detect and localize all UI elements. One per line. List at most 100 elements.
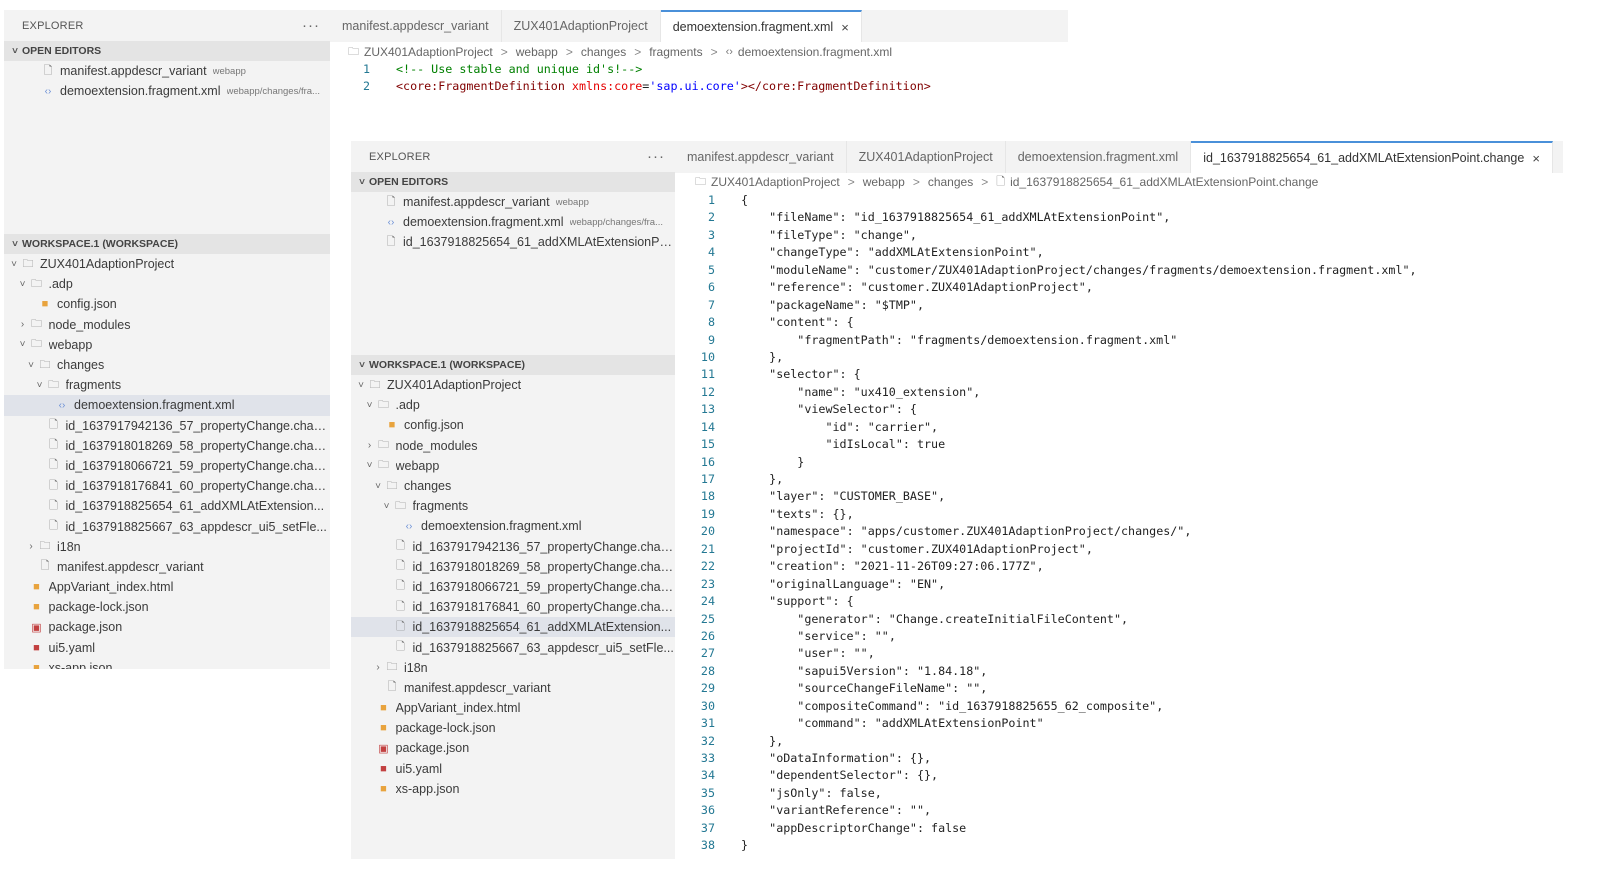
tree-item[interactable]: ■ ui5.yaml xyxy=(351,759,675,779)
breadcrumb-item[interactable]: webapp xyxy=(516,45,558,59)
tree-item[interactable]: › 🗀 node_modules xyxy=(4,315,330,335)
tab[interactable]: manifest.appdescr_variant xyxy=(330,10,502,42)
workspace-header[interactable]: ˅ WORKSPACE.1 (WORKSPACE) xyxy=(4,234,330,254)
open-editor-item[interactable]: 🗋 manifest.appdescr_variant webapp xyxy=(351,192,675,212)
tree-item[interactable]: ˅ 🗀 ZUX401AdaptionProject xyxy=(4,254,330,274)
tree-item[interactable]: 🗋 id_1637918066721_59_propertyChange.chan… xyxy=(4,456,330,476)
tree-item[interactable]: ˅ 🗀 webapp xyxy=(4,335,330,355)
code-editor[interactable]: 1{2 "fileName": "id_1637918825654_61_add… xyxy=(675,192,1563,855)
breadcrumb-item[interactable]: demoextension.fragment.xml xyxy=(738,45,892,59)
chevron-down-icon[interactable]: ˅ xyxy=(17,279,29,290)
tree-item[interactable]: 🗋 id_1637918176841_60_propertyChange.chan… xyxy=(351,597,675,617)
tree-item[interactable]: ▣ package.json xyxy=(351,738,675,758)
breadcrumb-item[interactable]: webapp xyxy=(863,175,905,189)
open-editor-item[interactable]: 🗋 manifest.appdescr_variant webapp xyxy=(4,61,330,81)
tree-item[interactable]: ■ AppVariant_index.html xyxy=(4,577,330,597)
chevron-down-icon[interactable]: ˅ xyxy=(355,380,367,391)
chevron-right-icon[interactable]: › xyxy=(372,662,384,673)
tree-item[interactable]: ˅ 🗀 changes xyxy=(351,476,675,496)
tree-item[interactable]: ‹› demoextension.fragment.xml xyxy=(4,395,330,416)
tree-item[interactable]: ■ xs-app.json xyxy=(4,658,330,669)
code-text: "selector": { xyxy=(769,367,861,382)
tab[interactable]: ZUX401AdaptionProject xyxy=(847,141,1006,173)
chevron-down-icon: ˅ xyxy=(12,45,18,57)
chevron-right-icon[interactable]: › xyxy=(364,440,376,451)
open-editor-label: manifest.appdescr_variant xyxy=(60,64,207,79)
tree-item[interactable]: ˅ 🗀 fragments xyxy=(351,496,675,516)
breadcrumb-item[interactable]: changes xyxy=(581,45,626,59)
tree-item[interactable]: 🗋 id_1637917942136_57_propertyChange.chan… xyxy=(4,416,330,436)
tree-item[interactable]: ■ config.json xyxy=(4,294,330,314)
chevron-down-icon[interactable]: ˅ xyxy=(8,259,20,270)
close-icon[interactable]: × xyxy=(841,20,849,35)
file-icon: 🗋 xyxy=(396,620,405,633)
tree-item[interactable]: ˅ 🗀 ZUX401AdaptionProject xyxy=(351,375,675,395)
chevron-right-icon[interactable]: › xyxy=(17,319,29,330)
tree-item[interactable]: 🗋 id_1637918018269_58_propertyChange.chan… xyxy=(351,557,675,577)
tree-item[interactable]: 🗋 id_1637918825667_63_appdescr_ui5_setFle… xyxy=(351,637,675,657)
breadcrumb-item[interactable]: changes xyxy=(928,175,973,189)
html-icon: ■ xyxy=(380,702,387,715)
tab[interactable]: manifest.appdescr_variant xyxy=(675,141,847,173)
tree-item[interactable]: ■ xs-app.json xyxy=(351,779,675,799)
more-actions-icon[interactable]: ··· xyxy=(647,148,665,165)
tree-item[interactable]: ■ package-lock.json xyxy=(4,597,330,617)
code-text: "user": "", xyxy=(797,646,875,661)
code-line: 11 "selector": { xyxy=(675,366,1563,383)
code-text: }, xyxy=(741,349,784,364)
tab[interactable]: ZUX401AdaptionProject xyxy=(502,10,661,42)
breadcrumb-item[interactable]: ZUX401AdaptionProject xyxy=(711,175,840,189)
tree-item[interactable]: 🗋 manifest.appdescr_variant xyxy=(351,678,675,698)
tab[interactable]: demoextension.fragment.xml xyxy=(1006,141,1192,173)
chevron-down-icon[interactable]: ˅ xyxy=(34,380,46,391)
breadcrumb-item[interactable]: fragments xyxy=(649,45,702,59)
tree-item[interactable]: ˅ 🗀 .adp xyxy=(4,274,330,294)
open-editor-item[interactable]: ‹› demoextension.fragment.xml webapp/chang… xyxy=(351,212,675,232)
more-actions-icon[interactable]: ··· xyxy=(302,17,320,34)
tree-item[interactable]: 🗋 id_1637918825654_61_addXMLAtExtension..… xyxy=(351,617,675,638)
chevron-right-icon[interactable]: › xyxy=(25,541,37,552)
tree-item[interactable]: › 🗀 i18n xyxy=(351,658,675,678)
tree-item[interactable]: ˅ 🗀 webapp xyxy=(351,456,675,476)
tree-item[interactable]: ˅ 🗀 fragments xyxy=(4,375,330,395)
chevron-right-icon: > xyxy=(565,45,573,59)
chevron-down-icon[interactable]: ˅ xyxy=(17,339,29,350)
tree-item[interactable]: 🗋 id_1637918176841_60_propertyChange.chan… xyxy=(4,476,330,496)
chevron-down-icon[interactable]: ˅ xyxy=(372,481,384,492)
tree-item[interactable]: ■ config.json xyxy=(351,415,675,435)
code-editor[interactable]: 1 <!-- Use stable and unique id's!--> 2 <co… xyxy=(330,61,1068,96)
tree-item[interactable]: 🗋 id_1637918018269_58_propertyChange.chan… xyxy=(4,436,330,456)
tree-item[interactable]: 🗋 id_1637918825654_61_addXMLAtExtension..… xyxy=(4,496,330,516)
tree-item[interactable]: › 🗀 i18n xyxy=(4,537,330,557)
tree-item[interactable]: ■ package-lock.json xyxy=(351,718,675,738)
tree-item[interactable]: 🗋 id_1637917942136_57_propertyChange.chan… xyxy=(351,537,675,557)
tree-item[interactable]: 🗋 manifest.appdescr_variant xyxy=(4,557,330,577)
tab-active[interactable]: demoextension.fragment.xml × xyxy=(660,10,862,42)
close-icon[interactable]: × xyxy=(1532,151,1540,166)
open-editors-header[interactable]: ˅ OPEN EDITORS xyxy=(351,172,675,192)
open-editors-header[interactable]: ˅ OPEN EDITORS xyxy=(4,41,330,61)
tree-item-label: id_1637918825654_61_addXMLAtExtension... xyxy=(65,499,325,514)
tree-item[interactable]: ˅ 🗀 .adp xyxy=(351,395,675,415)
tree-item[interactable]: ▣ package.json xyxy=(4,617,330,637)
tab-label: ZUX401AdaptionProject xyxy=(513,19,648,33)
tree-item[interactable]: › 🗀 node_modules xyxy=(351,436,675,456)
workspace-header[interactable]: ˅ WORKSPACE.1 (WORKSPACE) xyxy=(351,355,675,375)
folder-icon: 🗀 xyxy=(39,540,51,553)
breadcrumb-item[interactable]: ZUX401AdaptionProject xyxy=(364,45,493,59)
tree-item[interactable]: 🗋 id_1637918825667_63_appdescr_ui5_setFle… xyxy=(4,516,330,536)
line-number: 23 xyxy=(700,576,715,591)
chevron-down-icon[interactable]: ˅ xyxy=(364,460,376,471)
breadcrumb-item[interactable]: id_1637918825654_61_addXMLAtExtensionPoi… xyxy=(1010,175,1318,189)
tree-item[interactable]: 🗋 id_1637918066721_59_propertyChange.chan… xyxy=(351,577,675,597)
tree-item[interactable]: ˅ 🗀 changes xyxy=(4,355,330,375)
chevron-down-icon[interactable]: ˅ xyxy=(364,400,376,411)
chevron-down-icon[interactable]: ˅ xyxy=(381,501,393,512)
tree-item[interactable]: ‹› demoextension.fragment.xml xyxy=(351,516,675,536)
open-editor-item[interactable]: ‹› demoextension.fragment.xml webapp/chang… xyxy=(4,81,330,101)
chevron-down-icon[interactable]: ˅ xyxy=(25,360,37,371)
tree-item[interactable]: ■ AppVariant_index.html xyxy=(351,698,675,718)
tab-active[interactable]: id_1637918825654_61_addXMLAtExtensionPoi… xyxy=(1191,141,1553,173)
tree-item[interactable]: ■ ui5.yaml xyxy=(4,638,330,658)
open-editor-item[interactable]: 🗋 id_1637918825654_61_addXMLAtExtensionPo… xyxy=(351,232,675,252)
